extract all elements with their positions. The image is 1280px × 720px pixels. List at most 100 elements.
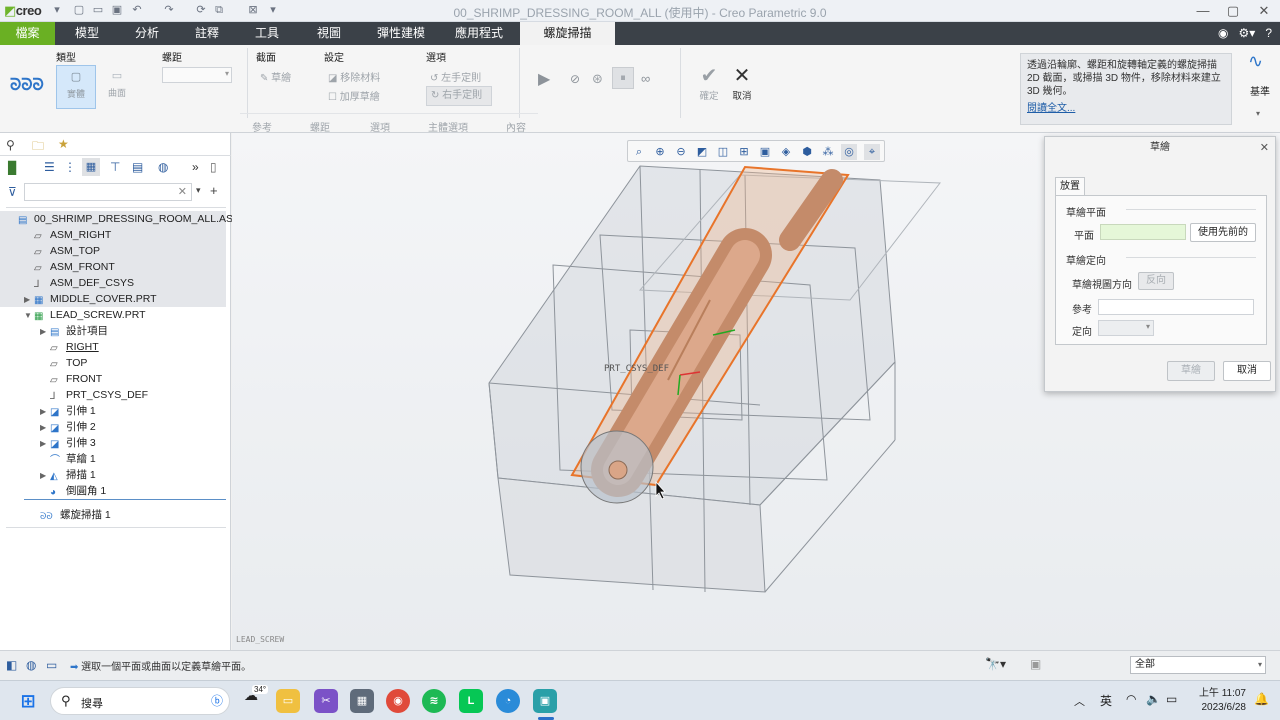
tree-item[interactable]: ◕ 倒圓角 1 [0,483,226,499]
saved-views-icon[interactable]: ◫ [715,144,731,160]
clear-icon[interactable]: ✕ [178,185,187,198]
pause-icon[interactable]: ⏸ [612,67,634,89]
dropdown-icon[interactable]: ▾ [50,4,64,17]
tree-settings-icon[interactable]: ⊤ [110,160,120,174]
snipping-tool-icon[interactable]: ✂ [314,689,338,713]
zoom-in-icon[interactable]: ⊕ [652,144,668,160]
speaker-icon[interactable]: 🔈 [1146,692,1161,706]
filter-icon[interactable]: ⊽ [8,185,17,199]
file-explorer-icon[interactable]: ▭ [276,689,300,713]
pitch-dropdown[interactable]: ▾ [162,67,232,83]
appearance-icon[interactable]: ◍ [158,160,168,174]
help-icon[interactable]: ? [1265,26,1272,40]
play-icon[interactable]: ▶ [538,69,550,89]
close-button[interactable]: ✕ [1250,2,1278,20]
browser-icon[interactable]: ◍ [26,658,36,672]
verify-icon[interactable]: ⊛ [592,71,603,87]
tab-applications[interactable]: 應用程式 [446,22,512,45]
customize-icon[interactable]: ▾ [266,4,280,17]
tab-tools[interactable]: 工具 [242,22,292,45]
tab-view[interactable]: 視圖 [302,22,356,45]
sketch-ok-button[interactable]: 草繪 [1167,361,1215,381]
perspective-icon[interactable]: ◈ [778,144,794,160]
expand-icon[interactable]: ▶ [24,292,34,308]
cancel-button[interactable]: ✕ 取消 [730,63,754,102]
line-app-icon[interactable]: L [459,689,483,713]
datum-display-icon[interactable]: ⁂ [820,144,836,160]
tree-item[interactable]: ⅃ PRT_CSYS_DEF [0,387,226,403]
tree-item[interactable]: ▼ ▦ LEAD_SCREW.PRT [0,307,226,323]
tab-options[interactable]: 選項 [370,119,390,134]
remove-material-toggle[interactable]: ◪ 移除材料 [328,69,380,84]
expand-icon[interactable]: ▶ [40,468,50,484]
window-switch-icon[interactable]: ⧉ [212,4,226,17]
chevron-down-icon[interactable]: ▾ [1256,109,1260,118]
ok-button[interactable]: ✔ 確定 [697,63,721,102]
tree-item[interactable]: ▤ 00_SHRIMP_DRESSING_ROOM_ALL.ASM [0,211,242,227]
tree-item-active-feature[interactable]: ᘐᘐ 螺旋掃描 1 [0,507,226,523]
taskbar-search[interactable]: ⚲ 搜尋 ⓑ [50,687,230,715]
thicken-checkbox[interactable]: ☐ 加厚草繪 [328,88,380,103]
tab-flexible-modeling[interactable]: 彈性建模 [368,22,434,45]
tree-item[interactable]: ▱ TOP [0,355,226,371]
model-tree-tab-icon[interactable]: ⚲ [6,138,15,152]
favorites-icon[interactable]: ★ [58,137,69,151]
tab-body-options[interactable]: 主體選項 [428,119,468,134]
part-icon[interactable]: ▉ [8,161,17,175]
chevron-down-icon[interactable]: ▾ [196,185,201,196]
surface-type-button[interactable]: ▭ 曲面 [100,65,134,109]
refit-icon[interactable]: ⌕ [631,144,647,160]
tab-pitch[interactable]: 螺距 [310,119,330,134]
expand-icon[interactable]: ▶ [40,324,50,340]
tab-file[interactable]: 檔案 [0,22,55,45]
input-method[interactable]: 英 [1100,692,1112,709]
spotify-icon[interactable]: ≋ [422,689,446,713]
plane-field[interactable] [1100,224,1186,240]
zoom-out-icon[interactable]: ⊖ [673,144,689,160]
tree-item[interactable]: ▶ ◭ 掃描 1 [0,467,226,483]
regenerate-icon[interactable]: ⟳ [194,4,208,17]
left-hand-button[interactable]: ↺ 左手定則 [430,69,481,84]
tree-item[interactable]: ▱ ASM_TOP [0,243,226,259]
tree-filter-view-icon[interactable]: ▦ [82,158,100,176]
calculator-icon[interactable]: ▦ [350,689,374,713]
new-file-icon[interactable]: ▢ [72,4,86,17]
sketch-button[interactable]: ✎ 草繪 [260,69,291,84]
tab-model[interactable]: 模型 [62,22,112,45]
datum-label[interactable]: 基準 [1250,83,1270,98]
browser-icon[interactable]: ◔ [496,689,520,713]
battery-icon[interactable]: ▭ [1166,692,1177,706]
expand-icon[interactable]: ▼ [24,308,34,324]
tree-item[interactable]: ▶ ▤ 設計項目 [0,323,226,339]
page-icon[interactable]: ▯ [210,160,217,174]
tree-columns-icon[interactable]: ⋮ [64,160,76,174]
view-manager-icon[interactable]: ⊞ [736,144,752,160]
windows-start-icon[interactable]: ⊞ [16,689,40,713]
settings-icon[interactable]: ⚙▾ [1239,26,1256,40]
solid-type-button[interactable]: ▢ 實體 [56,65,96,109]
layer-tree-icon[interactable]: ▤ [132,160,143,174]
undo-icon[interactable]: ↶ [130,4,144,17]
chrome-icon[interactable]: ◉ [386,689,410,713]
selection-filter-dropdown[interactable]: 全部 ▾ [1130,656,1266,674]
maximize-button[interactable]: ▢ [1219,2,1247,20]
show-navigator-icon[interactable]: ◧ [6,658,17,672]
tree-list-icon[interactable]: ☰ [44,160,55,174]
tree-item[interactable]: ▱ ASM_FRONT [0,259,226,275]
datum-icon[interactable]: ∿ [1248,51,1263,72]
creo-app-icon[interactable]: ▣ [533,689,557,713]
tab-properties[interactable]: 內容 [506,119,526,134]
dialog-cancel-button[interactable]: 取消 [1223,361,1271,381]
tab-placement[interactable]: 放置 [1055,177,1085,195]
redo-icon[interactable]: ↷ [162,4,176,17]
tree-item[interactable]: ▶ ▦ MIDDLE_COVER.PRT [0,291,226,307]
repaint-icon[interactable]: ◩ [694,144,710,160]
wifi-icon[interactable]: ◠ [1126,692,1136,706]
find-icon[interactable]: 🔭▾ [985,657,1006,671]
annotation-display-icon[interactable]: ⌖ [864,144,880,160]
bell-icon[interactable]: ◉ [1218,26,1228,40]
save-icon[interactable]: ▣ [110,4,124,17]
flip-button[interactable]: 反向 [1138,272,1174,290]
tab-helical-sweep[interactable]: 螺旋掃描 [520,22,615,45]
tree-search-input[interactable]: ✕ [24,183,192,201]
